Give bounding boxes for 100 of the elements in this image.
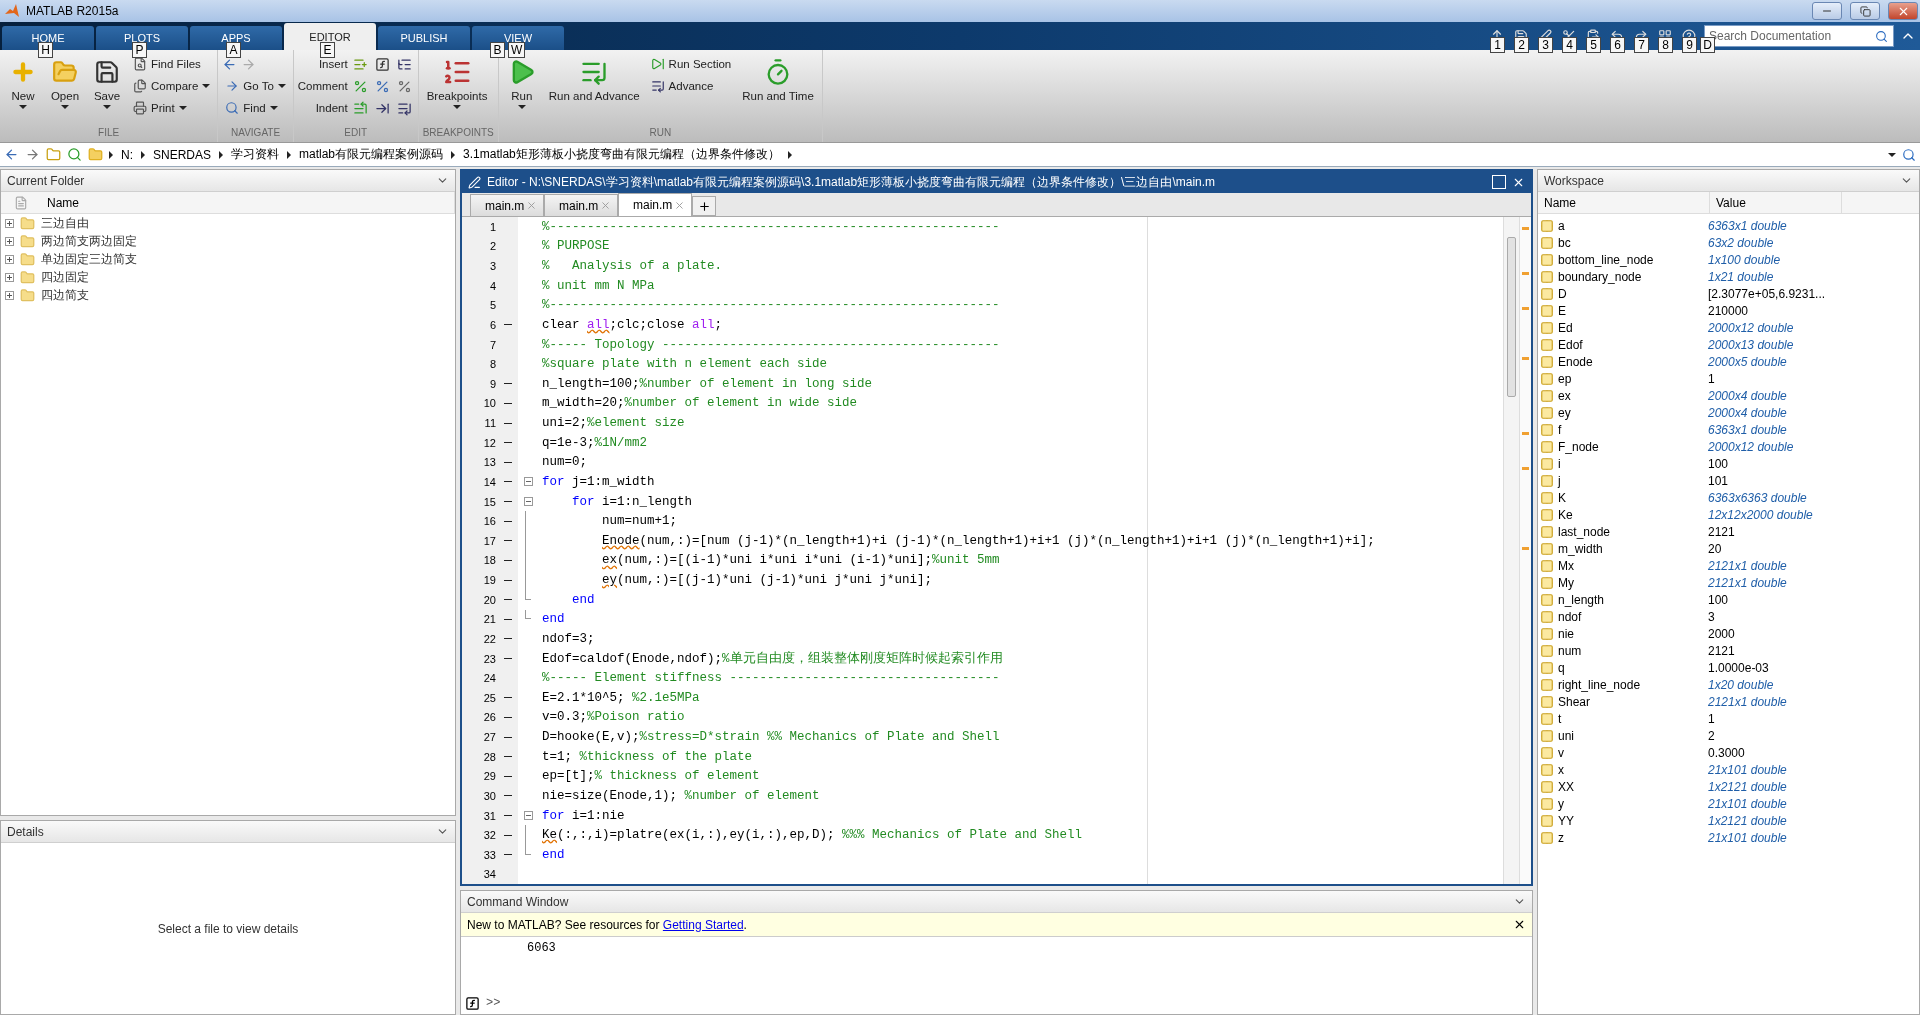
variable-name[interactable]: Shear — [1558, 694, 1591, 709]
variable-name[interactable]: Enode — [1558, 354, 1593, 369]
breakpoint-dash[interactable] — [504, 854, 512, 856]
variable-name[interactable]: ep — [1558, 371, 1572, 386]
close-button[interactable] — [1888, 2, 1918, 20]
folder-name[interactable]: 单边固定三边简支 — [41, 250, 137, 268]
breakpoint-dash[interactable] — [504, 756, 512, 758]
variable-name[interactable]: Ke — [1558, 507, 1573, 522]
column-header[interactable]: Value — [1710, 192, 1842, 213]
variable-name[interactable]: boundary_node — [1558, 269, 1642, 284]
breakpoint-dash[interactable] — [504, 481, 512, 483]
variable-name[interactable]: ex — [1558, 388, 1571, 403]
variable-name[interactable]: t — [1558, 711, 1562, 726]
ribbon-button[interactable]: Breakpoints — [422, 54, 492, 127]
variable-name[interactable]: v — [1558, 745, 1564, 760]
breakpoint-dash[interactable] — [504, 716, 512, 718]
browse-folder-icon[interactable] — [67, 147, 82, 162]
variable-name[interactable]: F_node — [1558, 439, 1599, 454]
ribbon-button[interactable]: Run and Time — [738, 54, 818, 127]
variable-name[interactable]: Mx — [1558, 558, 1574, 573]
restore-button[interactable] — [1850, 2, 1880, 20]
folder-name[interactable]: 两边简支两边固定 — [41, 232, 137, 250]
undock-icon[interactable] — [1492, 175, 1506, 189]
command-prompt[interactable]: >> — [486, 996, 501, 1010]
expand-icon[interactable] — [5, 254, 14, 264]
variable-name[interactable]: YY — [1558, 813, 1574, 828]
path-segment[interactable]: 学习资料 — [229, 146, 281, 163]
variable-name[interactable]: q — [1558, 660, 1565, 675]
variable-name[interactable]: y — [1558, 796, 1564, 811]
ribbon-button[interactable]: Save — [88, 54, 126, 127]
file-tab[interactable]: main.m — [544, 194, 618, 216]
forward-icon[interactable] — [25, 147, 40, 162]
folder-name[interactable]: 三边自由 — [41, 214, 89, 232]
variable-name[interactable]: Ed — [1558, 320, 1573, 335]
variable-name[interactable]: XX — [1558, 779, 1574, 794]
breakpoint-dash[interactable] — [504, 383, 512, 385]
variable-name[interactable]: bc — [1558, 235, 1571, 250]
breakpoint-dash[interactable] — [504, 599, 512, 601]
variable-name[interactable]: i — [1558, 456, 1561, 471]
variable-name[interactable]: j — [1558, 473, 1561, 488]
variable-name[interactable]: ey — [1558, 405, 1571, 420]
folder-name[interactable]: 四边固定 — [41, 268, 89, 286]
column-header[interactable]: Name — [1538, 192, 1710, 213]
variable-name[interactable]: E — [1558, 303, 1566, 318]
function-browser-icon[interactable] — [465, 995, 480, 1011]
ribbon-small-button[interactable]: Go To — [222, 76, 289, 96]
breakpoint-dash[interactable] — [504, 618, 512, 620]
breakpoint-dash[interactable] — [504, 775, 512, 777]
variable-name[interactable]: uni — [1558, 728, 1574, 743]
variable-name[interactable]: bottom_line_node — [1558, 252, 1654, 267]
expand-icon[interactable] — [5, 290, 14, 300]
edit-tool-icon[interactable] — [375, 56, 391, 72]
variable-name[interactable]: a — [1558, 218, 1565, 233]
variable-name[interactable]: K — [1558, 490, 1566, 505]
variable-name[interactable]: D — [1558, 286, 1567, 301]
breakpoint-dash[interactable] — [504, 736, 512, 738]
breakpoint-dash[interactable] — [504, 442, 512, 444]
ribbon-small-button[interactable]: Advance — [647, 76, 735, 96]
variable-name[interactable]: m_width — [1558, 541, 1603, 556]
back-icon[interactable] — [4, 147, 19, 162]
getting-started-link[interactable]: Getting Started — [662, 917, 744, 932]
edit-tool-icon[interactable] — [397, 100, 413, 116]
file-tab[interactable]: main.m — [618, 193, 692, 216]
path-segment[interactable]: matlab有限元编程案例源码 — [297, 146, 446, 163]
path-segment[interactable]: N: — [119, 147, 135, 162]
variable-name[interactable]: x — [1558, 762, 1564, 777]
search-icon[interactable] — [1875, 30, 1888, 43]
path-segment[interactable]: SNERDAS — [151, 147, 213, 162]
fold-toggle-icon[interactable] — [523, 497, 533, 507]
breakpoint-dash[interactable] — [504, 461, 512, 463]
path-segment[interactable]: 3.1matlab矩形薄板小挠度弯曲有限元编程（边界条件修改） — [461, 146, 782, 163]
fold-toggle-icon[interactable] — [523, 811, 533, 821]
ribbon-small-button[interactable]: Print — [130, 98, 214, 118]
ribbon-tab[interactable]: PUBLISH — [378, 26, 470, 50]
search-icon[interactable] — [1902, 147, 1916, 162]
new-tab-icon[interactable] — [692, 196, 716, 216]
breakpoint-dash[interactable] — [504, 422, 512, 424]
minimize-button[interactable] — [1812, 2, 1842, 20]
file-tab[interactable]: main.m — [470, 194, 544, 216]
expand-icon[interactable] — [5, 218, 14, 228]
ribbon-small-button[interactable]: Find — [222, 98, 289, 118]
scrollbar[interactable] — [1503, 217, 1519, 884]
breakpoint-dash[interactable] — [504, 402, 512, 404]
variable-name[interactable]: right_line_node — [1558, 677, 1641, 692]
variable-name[interactable]: z — [1558, 830, 1564, 845]
edit-tool-icon[interactable] — [397, 78, 413, 94]
breakpoint-dash[interactable] — [504, 638, 512, 640]
breakpoint-dash[interactable] — [504, 559, 512, 561]
breakpoint-dash[interactable] — [504, 501, 512, 503]
breakpoint-dash[interactable] — [504, 324, 512, 326]
ribbon-small-button[interactable]: Compare — [130, 76, 214, 96]
close-icon[interactable] — [1513, 918, 1526, 931]
dropdown-caret-icon[interactable] — [1888, 152, 1896, 157]
expand-icon[interactable] — [5, 236, 14, 246]
breakpoint-dash[interactable] — [504, 579, 512, 581]
breakpoint-dash[interactable] — [504, 520, 512, 522]
breakpoint-dash[interactable] — [504, 658, 512, 660]
variable-name[interactable]: num — [1558, 643, 1582, 658]
variable-name[interactable]: My — [1558, 575, 1574, 590]
breakpoint-dash[interactable] — [504, 795, 512, 797]
